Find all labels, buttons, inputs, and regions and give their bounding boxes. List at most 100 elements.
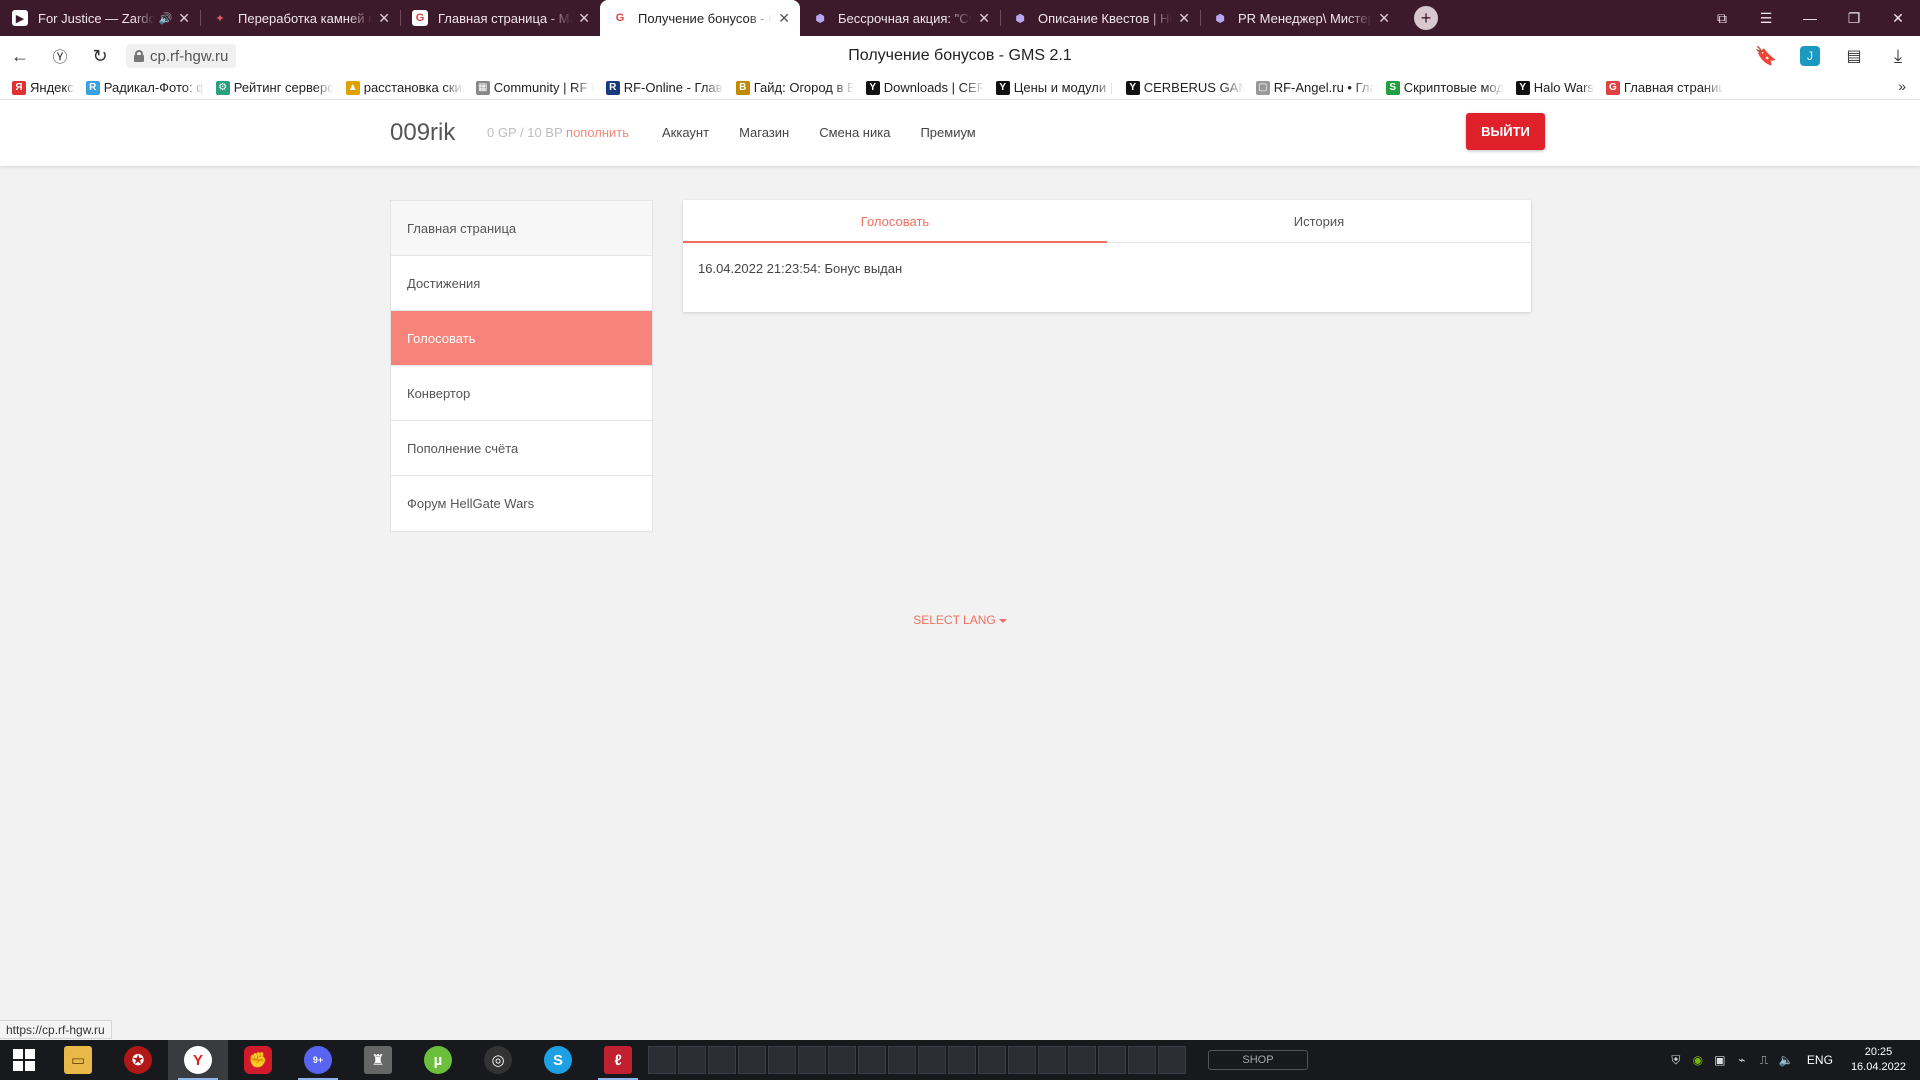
bookmark-item[interactable]: ▢RF-Angel.ru • Главная <box>1255 80 1374 95</box>
bookmark-icon[interactable]: 🔖 <box>1744 36 1788 76</box>
game-shortcut-icon[interactable] <box>918 1046 946 1074</box>
logout-button[interactable]: ВЫЙТИ <box>1466 113 1545 150</box>
back-button[interactable]: ← <box>0 36 40 76</box>
bookmarks-overflow-icon[interactable]: » <box>1898 78 1906 94</box>
minimize-button[interactable]: — <box>1788 0 1832 36</box>
bookmark-item[interactable]: ▲расстановка скилов <box>345 80 464 95</box>
taskbar-app-misc[interactable]: ◎ <box>468 1040 528 1080</box>
bookmark-item[interactable]: Y Halo Wars <box>1515 80 1594 95</box>
taskbar-riot[interactable]: ✊ <box>228 1040 288 1080</box>
reload-button[interactable]: ↻ <box>80 36 120 76</box>
game-shortcut-icon[interactable] <box>1158 1046 1186 1074</box>
game-shortcut-icon[interactable] <box>828 1046 856 1074</box>
username[interactable]: 009rik <box>390 119 455 147</box>
yandex-icon[interactable]: Ⓨ <box>40 36 80 76</box>
input-language[interactable]: ENG <box>1807 1053 1833 1067</box>
bookmark-item[interactable]: YЦены и модули | C <box>995 80 1114 95</box>
browser-tab[interactable]: ⬢ Бессрочная акция: "Счастье" ✕ <box>800 0 1000 36</box>
tab-history[interactable]: История <box>1107 200 1531 242</box>
sidebar-item-achievements[interactable]: Достижения <box>391 256 652 311</box>
shield-icon[interactable]: ⛨ <box>1665 1053 1687 1068</box>
browser-tab[interactable]: G Получение бонусов - GMS 2.1 ✕ <box>600 0 800 36</box>
shop-button[interactable]: SHOP <box>1208 1050 1308 1070</box>
nav-shop[interactable]: Магазин <box>739 125 789 140</box>
collections-button[interactable]: ▤ <box>1832 36 1876 76</box>
nvidia-icon[interactable]: ◉ <box>1687 1053 1709 1067</box>
url-field[interactable]: cp.rf-hgw.ru <box>126 44 237 68</box>
tab-close-icon[interactable]: ✕ <box>378 10 390 27</box>
wifi-icon[interactable]: ⎍ <box>1753 1053 1775 1068</box>
sidebar-item-top-up[interactable]: Пополнение счёта <box>391 421 652 476</box>
menu-icon[interactable]: ☰ <box>1744 0 1788 36</box>
game-shortcut-icon[interactable] <box>1098 1046 1126 1074</box>
browser-tab[interactable]: ⬢ PR Менеджер\ Мистер реклама ✕ <box>1200 0 1400 36</box>
taskbar-game-launcher[interactable]: ✪ <box>108 1040 168 1080</box>
extension-icon[interactable]: J <box>1788 36 1832 76</box>
game-shortcut-icon[interactable] <box>648 1046 676 1074</box>
bookmark-item[interactable]: Я Яндекс <box>12 80 74 95</box>
browser-tab[interactable]: ▶ For Justice — Zardonic 🔊 ✕ <box>0 0 200 36</box>
taskbar-discord[interactable]: 9+ <box>288 1040 348 1080</box>
game-shortcut-icon[interactable] <box>1128 1046 1156 1074</box>
bookmark-item[interactable]: S Скриптовые моды <box>1385 80 1504 95</box>
game-quick-icons <box>648 1046 1188 1074</box>
nav-change-nick[interactable]: Смена ника <box>819 125 890 140</box>
vote-log-entry: 16.04.2022 21:23:54: Бонус выдан <box>698 261 903 276</box>
game-shortcut-icon[interactable] <box>768 1046 796 1074</box>
sidebar-item-forum[interactable]: Форум HellGate Wars <box>391 476 652 531</box>
game-shortcut-icon[interactable] <box>978 1046 1006 1074</box>
taskbar-app-tower[interactable]: ♜ <box>348 1040 408 1080</box>
tab-close-icon[interactable]: ✕ <box>178 10 190 27</box>
bookmark-item[interactable]: ⚙ Рейтинг серверов <box>215 80 334 95</box>
game-shortcut-icon[interactable] <box>1008 1046 1036 1074</box>
game-shortcut-icon[interactable] <box>678 1046 706 1074</box>
collections-icon[interactable]: ⧉ <box>1700 0 1744 36</box>
bookmark-item[interactable]: RRF-Online - Главная <box>605 80 724 95</box>
speaker-icon[interactable]: 🔈 <box>1775 1053 1797 1067</box>
clock[interactable]: 20:25 16.04.2022 <box>1851 1045 1906 1075</box>
taskbar-rf-game[interactable]: ℓ <box>588 1040 648 1080</box>
taskbar-utorrent[interactable]: µ <box>408 1040 468 1080</box>
game-shortcut-icon[interactable] <box>948 1046 976 1074</box>
taskbar-yandex-browser[interactable]: Y <box>168 1040 228 1080</box>
tab-close-icon[interactable]: ✕ <box>778 10 790 27</box>
bookmark-item[interactable]: BГайд: Огород в Black <box>735 80 854 95</box>
close-window-button[interactable]: ✕ <box>1876 0 1920 36</box>
network-icon[interactable]: ⌁ <box>1731 1053 1753 1067</box>
sidebar-item-converter[interactable]: Конвертор <box>391 366 652 421</box>
game-shortcut-icon[interactable] <box>1038 1046 1066 1074</box>
game-shortcut-icon[interactable] <box>888 1046 916 1074</box>
tab-close-icon[interactable]: ✕ <box>1178 10 1190 27</box>
sidebar-item-home[interactable]: Главная страница <box>391 201 652 256</box>
restore-button[interactable]: ❐ <box>1832 0 1876 36</box>
taskbar-explorer[interactable]: ▭ <box>48 1040 108 1080</box>
new-tab-button[interactable]: + <box>1414 6 1438 30</box>
bookmark-item[interactable]: ▦Community | RF Online <box>475 80 594 95</box>
browser-tab[interactable]: ⬢ Описание Квестов | HellGate ✕ <box>1000 0 1200 36</box>
tab-close-icon[interactable]: ✕ <box>978 10 990 27</box>
game-shortcut-icon[interactable] <box>858 1046 886 1074</box>
browser-tab[interactable]: ✦ Переработка камней модулей ✕ <box>200 0 400 36</box>
tab-close-icon[interactable]: ✕ <box>1378 10 1390 27</box>
refill-link[interactable]: пополнить <box>566 125 629 140</box>
browser-tab[interactable]: G Главная страница - Mamba ✕ <box>400 0 600 36</box>
game-shortcut-icon[interactable] <box>1068 1046 1096 1074</box>
game-shortcut-icon[interactable] <box>798 1046 826 1074</box>
bookmark-item[interactable]: G Главная страница <box>1605 80 1724 95</box>
bookmark-item[interactable]: RРадикал-Фото: фото <box>85 80 204 95</box>
game-shortcut-icon[interactable] <box>708 1046 736 1074</box>
tab-vote[interactable]: Голосовать <box>683 200 1107 243</box>
start-button[interactable] <box>0 1040 48 1080</box>
nav-premium[interactable]: Премиум <box>920 125 975 140</box>
sidebar-item-vote[interactable]: Голосовать <box>391 311 652 366</box>
volume-mixer-icon[interactable]: ▣ <box>1709 1053 1731 1067</box>
nav-account[interactable]: Аккаунт <box>662 125 709 140</box>
game-shortcut-icon[interactable] <box>738 1046 766 1074</box>
taskbar-skype[interactable]: S <box>528 1040 588 1080</box>
tab-close-icon[interactable]: ✕ <box>578 10 590 27</box>
select-lang-dropdown[interactable]: SELECT LANG <box>0 613 1920 627</box>
download-icon[interactable]: ⤓ <box>1876 36 1920 76</box>
bookmark-item[interactable]: YDownloads | CERBERUS <box>865 80 984 95</box>
tab-audio-icon[interactable]: 🔊 <box>159 12 173 25</box>
bookmark-item[interactable]: YCERBERUS GAMES <box>1125 80 1244 95</box>
